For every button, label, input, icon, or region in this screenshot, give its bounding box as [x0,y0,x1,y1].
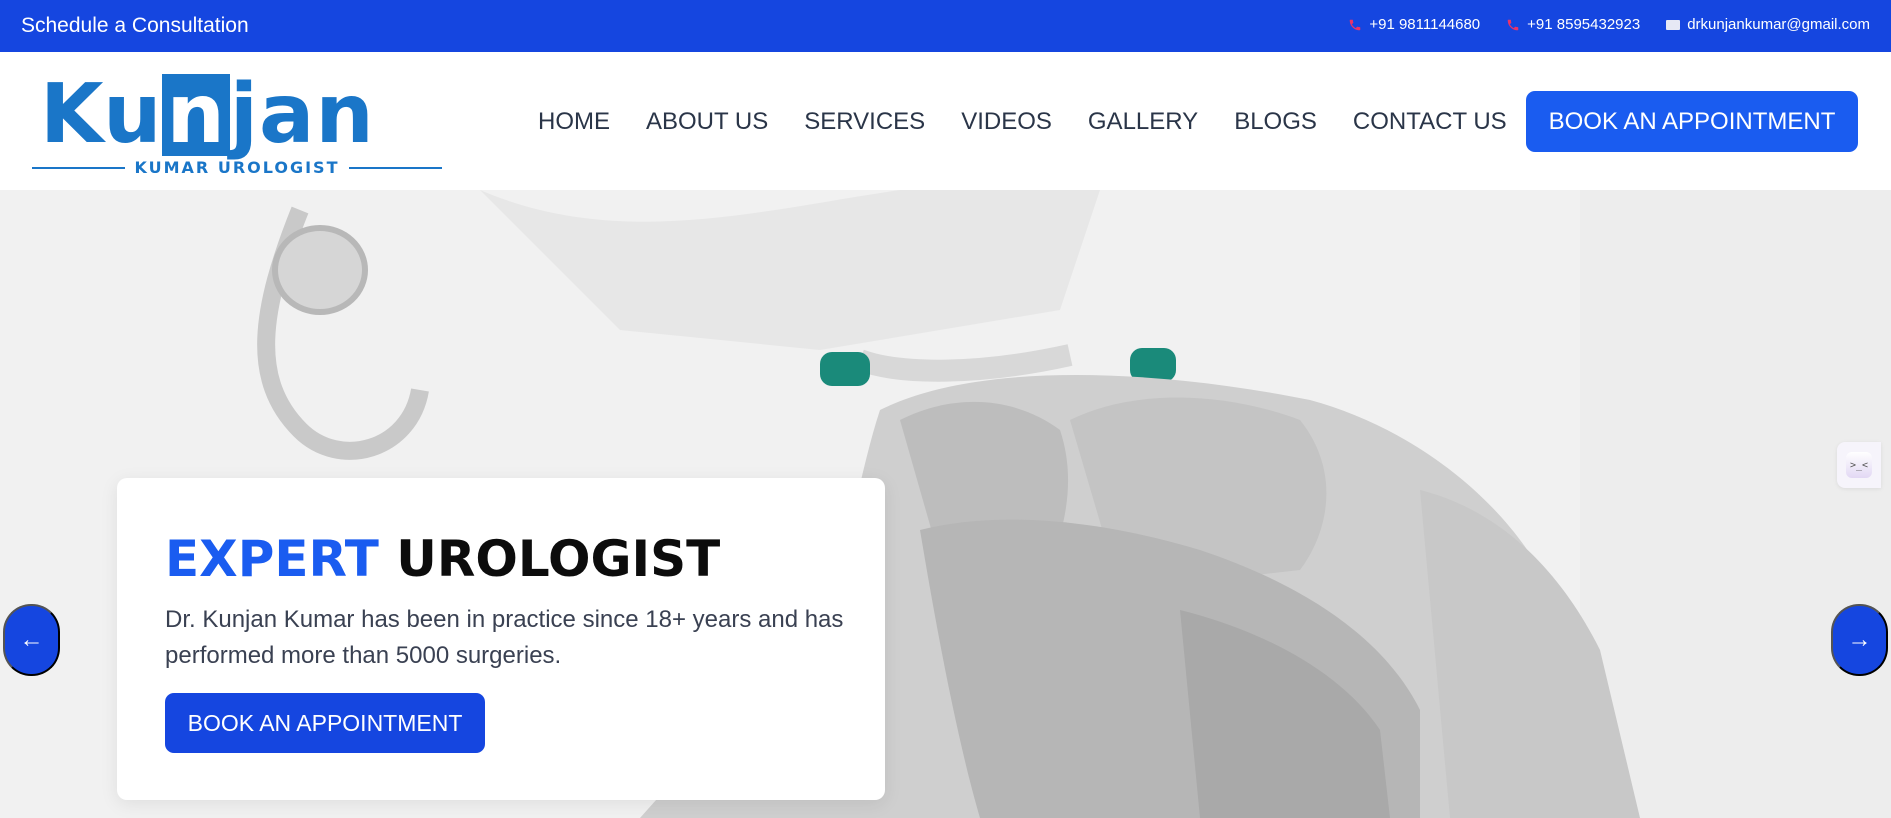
email-text: drkunjankumar@gmail.com [1687,16,1870,33]
nav-videos[interactable]: VIDEOS [961,108,1052,136]
logo-part-1: Ku [40,67,163,162]
chat-bot-icon: >_< [1846,452,1872,478]
logo-tagline-text: KUMAR UROLOGIST [134,158,340,177]
site-logo[interactable]: Kunjan KUMAR UROLOGIST [32,70,457,180]
nav-blogs[interactable]: BLOGS [1234,108,1317,136]
top-bar: Schedule a Consultation +91 9811144680 +… [0,0,1891,52]
chat-widget[interactable]: >_< [1837,442,1881,488]
mail-icon [1666,19,1681,30]
email[interactable]: drkunjankumar@gmail.com [1666,16,1870,33]
logo-part-2: jan [229,67,375,162]
main-nav: HOME ABOUT US SERVICES VIDEOS GALLERY BL… [538,108,1507,136]
hero-title: EXPERT UROLOGIST [165,530,720,588]
schedule-consultation-link[interactable]: Schedule a Consultation [21,14,249,38]
nav-contact-us[interactable]: CONTACT US [1353,108,1507,136]
hero-card: EXPERT UROLOGIST Dr. Kunjan Kumar has be… [117,478,885,800]
hero-title-rest: UROLOGIST [396,530,721,588]
slider-next-button[interactable]: → [1831,604,1888,676]
divider [349,166,442,169]
logo-part-box: n [162,74,230,156]
hero-description: Dr. Kunjan Kumar has been in practice si… [165,606,844,669]
nav-gallery[interactable]: GALLERY [1088,108,1198,136]
nav-services[interactable]: SERVICES [804,108,925,136]
nav-about-us[interactable]: ABOUT US [646,108,768,136]
hero-book-appointment-button[interactable]: BOOK AN APPOINTMENT [165,693,485,753]
contact-info: +91 9811144680 +91 8595432923 drkunjanku… [1348,16,1870,33]
phone-2-text: +91 8595432923 [1527,16,1641,33]
phone-2[interactable]: +91 8595432923 [1506,16,1640,33]
slider-prev-button[interactable]: ← [3,604,60,676]
header-book-appointment-button[interactable]: BOOK AN APPOINTMENT [1526,91,1858,152]
logo-tagline: KUMAR UROLOGIST [32,158,442,177]
logo-wordmark: Kunjan [40,70,375,160]
phone-1[interactable]: +91 9811144680 [1348,16,1480,33]
nav-home[interactable]: HOME [538,108,610,136]
phone-1-text: +91 9811144680 [1369,16,1481,33]
divider [32,166,125,169]
site-header: Kunjan KUMAR UROLOGIST HOME ABOUT US SER… [0,52,1891,190]
phone-icon [1350,19,1361,30]
hero-title-accent: EXPERT [165,530,379,588]
hero-slider: EXPERT UROLOGIST Dr. Kunjan Kumar has be… [0,190,1891,818]
phone-icon [1507,19,1519,30]
